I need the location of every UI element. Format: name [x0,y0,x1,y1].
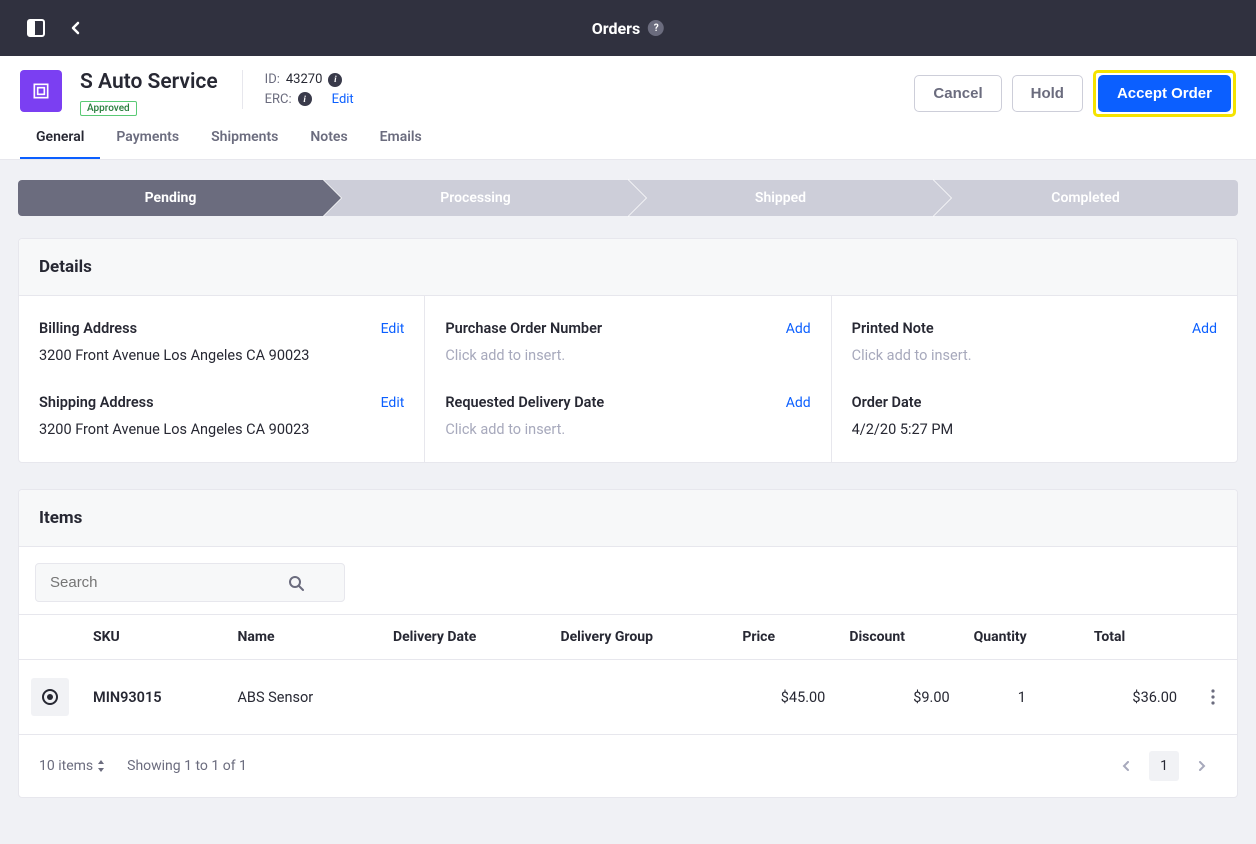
items-table: SKU Name Delivery Date Delivery Group Pr… [19,614,1237,735]
add-note-link[interactable]: Add [1192,321,1217,337]
add-reqdate-link[interactable]: Add [786,395,811,411]
cell-name: ABS Sensor [225,660,381,735]
accept-highlight: Accept Order [1093,70,1236,117]
id-label: ID: [265,70,280,90]
tab-payments[interactable]: Payments [100,117,195,159]
row-actions-icon[interactable] [1201,689,1225,705]
add-po-link[interactable]: Add [786,321,811,337]
tab-emails[interactable]: Emails [364,117,438,159]
col-name: Name [225,615,381,660]
cell-total: $36.00 [1082,660,1189,735]
col-delivery-group: Delivery Group [548,615,730,660]
per-page-select[interactable]: 10 items [39,758,105,774]
company-logo [20,70,62,112]
id-value: 43270 [286,70,323,90]
search-input[interactable] [50,574,288,591]
cell-price: $45.00 [730,660,837,735]
col-quantity: Quantity [962,615,1082,660]
po-value: Click add to insert. [445,347,810,364]
pager-current[interactable]: 1 [1149,751,1179,781]
cell-delivery-date [381,660,548,735]
details-card: Details Billing Address Edit 3200 Front … [18,238,1238,463]
col-price: Price [730,615,837,660]
search-icon[interactable] [288,575,304,591]
orderdate-label: Order Date [852,394,922,411]
billing-value: 3200 Front Avenue Los Angeles CA 90023 [39,347,404,364]
accept-order-button[interactable]: Accept Order [1098,75,1231,112]
cancel-button[interactable]: Cancel [914,75,1001,112]
cell-quantity: 1 [962,660,1082,735]
edit-erc-link[interactable]: Edit [332,90,354,110]
orderdate-value: 4/2/20 5:27 PM [852,421,1217,438]
shipping-label: Shipping Address [39,394,154,411]
page-title: Orders ? [592,19,664,38]
items-card: Items SKU Name Delivery Date Delivery Gr… [18,489,1238,798]
panel-toggle-icon[interactable] [24,16,48,40]
back-icon[interactable] [64,16,88,40]
showing-text: Showing 1 to 1 of 1 [127,758,247,774]
note-value: Click add to insert. [852,347,1217,364]
table-row[interactable]: MIN93015 ABS Sensor $45.00 $9.00 1 $36.0… [19,660,1237,735]
items-search[interactable] [35,563,345,602]
cell-delivery-group [548,660,730,735]
table-footer: 10 items Showing 1 to 1 of 1 1 [19,735,1237,797]
tab-general[interactable]: General [20,117,100,159]
reqdate-value: Click add to insert. [445,421,810,438]
hold-button[interactable]: Hold [1012,75,1083,112]
step-processing: Processing [323,180,628,216]
billing-label: Billing Address [39,320,137,337]
cell-sku: MIN93015 [81,660,225,735]
cell-discount: $9.00 [837,660,961,735]
sort-icon [97,760,105,772]
pager-next[interactable] [1187,751,1217,781]
company-name: S Auto Service [80,70,218,95]
pager-prev[interactable] [1111,751,1141,781]
order-header: S Auto Service Approved ID: 43270 i ERC:… [0,56,1256,117]
erc-label: ERC: [265,90,292,110]
tab-notes[interactable]: Notes [294,117,363,159]
tab-shipments[interactable]: Shipments [195,117,294,159]
col-discount: Discount [837,615,961,660]
info-icon[interactable]: i [298,92,312,106]
details-title: Details [19,239,1237,296]
item-thumb [31,678,69,716]
step-pending: Pending [18,180,323,216]
col-delivery-date: Delivery Date [381,615,548,660]
edit-billing-link[interactable]: Edit [381,321,405,337]
step-completed: Completed [933,180,1238,216]
po-label: Purchase Order Number [445,320,602,337]
edit-shipping-link[interactable]: Edit [381,395,405,411]
step-shipped: Shipped [628,180,933,216]
col-sku: SKU [81,615,225,660]
col-total: Total [1082,615,1189,660]
note-label: Printed Note [852,320,934,337]
help-icon[interactable]: ? [648,20,664,36]
reqdate-label: Requested Delivery Date [445,394,604,411]
items-title: Items [19,490,1237,547]
info-icon[interactable]: i [328,73,342,87]
progress-steps: Pending Processing Shipped Completed [18,180,1238,216]
top-bar: Orders ? [0,0,1256,56]
shipping-value: 3200 Front Avenue Los Angeles CA 90023 [39,421,404,438]
tab-bar: General Payments Shipments Notes Emails [0,117,1256,160]
status-badge: Approved [80,101,137,116]
